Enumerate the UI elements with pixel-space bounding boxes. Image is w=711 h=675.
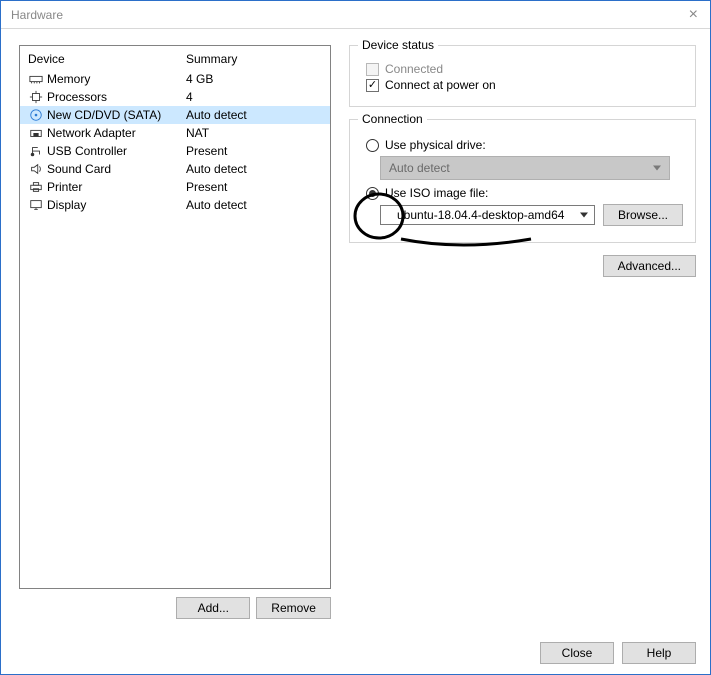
device-label: Network Adapter <box>47 126 186 140</box>
display-icon <box>28 197 44 213</box>
device-label: New CD/DVD (SATA) <box>47 108 186 122</box>
connected-label: Connected <box>385 62 443 76</box>
physical-drive-label: Use physical drive: <box>385 138 486 152</box>
printer-icon <box>28 179 44 195</box>
device-status-title: Device status <box>358 38 438 52</box>
connection-title: Connection <box>358 112 427 126</box>
device-label: Memory <box>47 72 186 86</box>
advanced-button[interactable]: Advanced... <box>603 255 696 277</box>
close-button[interactable]: Close <box>540 642 614 664</box>
device-summary: 4 GB <box>186 72 322 86</box>
device-row-cpu[interactable]: Processors4 <box>20 88 330 106</box>
nic-icon <box>28 125 44 141</box>
device-row-nic[interactable]: Network AdapterNAT <box>20 124 330 142</box>
usb-icon <box>28 143 44 159</box>
device-summary: NAT <box>186 126 322 140</box>
close-icon[interactable]: × <box>683 6 704 24</box>
device-summary: Auto detect <box>186 198 322 212</box>
power-on-checkbox[interactable]: ✓ <box>366 79 379 92</box>
device-summary: Present <box>186 144 322 158</box>
device-list: Device Summary Memory4 GBProcessors4New … <box>19 45 331 589</box>
device-list-header: Device Summary <box>20 46 330 70</box>
device-summary: Auto detect <box>186 162 322 176</box>
connected-checkbox <box>366 63 379 76</box>
help-button[interactable]: Help <box>622 642 696 664</box>
remove-button[interactable]: Remove <box>256 597 331 619</box>
device-status-group: Device status Connected ✓ Connect at pow… <box>349 45 696 107</box>
device-label: USB Controller <box>47 144 186 158</box>
iso-path-combo[interactable]: .. ubuntu-18.04.4-desktop-amd64 <box>380 205 595 225</box>
browse-button[interactable]: Browse... <box>603 204 683 226</box>
device-summary: Present <box>186 180 322 194</box>
connection-group: Connection Use physical drive: Auto dete… <box>349 119 696 243</box>
iso-label: Use ISO image file: <box>385 186 488 200</box>
device-row-sound[interactable]: Sound CardAuto detect <box>20 160 330 178</box>
device-label: Sound Card <box>47 162 186 176</box>
cpu-icon <box>28 89 44 105</box>
device-row-disc[interactable]: New CD/DVD (SATA)Auto detect <box>20 106 330 124</box>
iso-radio[interactable] <box>366 187 379 200</box>
memory-icon <box>28 71 44 87</box>
sound-icon <box>28 161 44 177</box>
device-row-memory[interactable]: Memory4 GB <box>20 70 330 88</box>
device-label: Processors <box>47 90 186 104</box>
power-on-label: Connect at power on <box>385 78 496 92</box>
device-row-printer[interactable]: PrinterPresent <box>20 178 330 196</box>
device-label: Printer <box>47 180 186 194</box>
device-row-usb[interactable]: USB ControllerPresent <box>20 142 330 160</box>
device-summary: Auto detect <box>186 108 322 122</box>
window-title: Hardware <box>11 8 63 22</box>
device-row-display[interactable]: DisplayAuto detect <box>20 196 330 214</box>
physical-drive-combo: Auto detect <box>380 156 670 180</box>
header-device: Device <box>28 52 186 66</box>
device-label: Display <box>47 198 186 212</box>
titlebar: Hardware × <box>1 1 710 29</box>
device-summary: 4 <box>186 90 322 104</box>
header-summary: Summary <box>186 52 322 66</box>
disc-icon <box>28 107 44 123</box>
physical-drive-radio[interactable] <box>366 139 379 152</box>
add-button[interactable]: Add... <box>176 597 250 619</box>
